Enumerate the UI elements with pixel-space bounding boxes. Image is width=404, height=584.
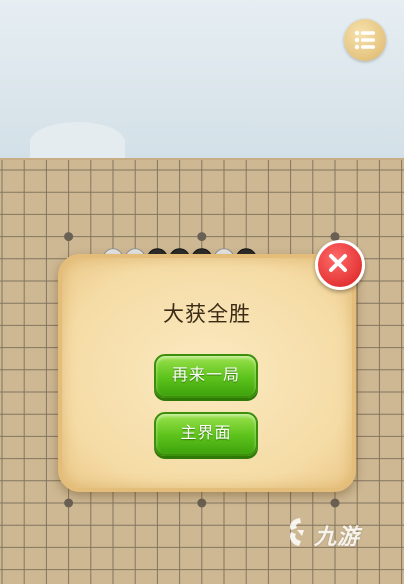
main-menu-button[interactable]: 主界面 xyxy=(154,412,258,456)
jiuyou-logo-icon xyxy=(289,518,304,546)
close-button[interactable] xyxy=(315,240,365,290)
watermark-text: 九游 xyxy=(314,525,361,550)
dialog-title: 大获全胜 xyxy=(163,302,251,326)
cloud xyxy=(30,122,125,162)
close-icon xyxy=(329,254,347,272)
victory-dialog: 大获全胜 再来一局 主界面 xyxy=(58,254,356,492)
watermark: 九游 xyxy=(282,515,372,551)
menu-button[interactable] xyxy=(344,19,386,61)
play-again-button[interactable]: 再来一局 xyxy=(154,354,258,398)
list-menu-icon xyxy=(354,30,375,50)
